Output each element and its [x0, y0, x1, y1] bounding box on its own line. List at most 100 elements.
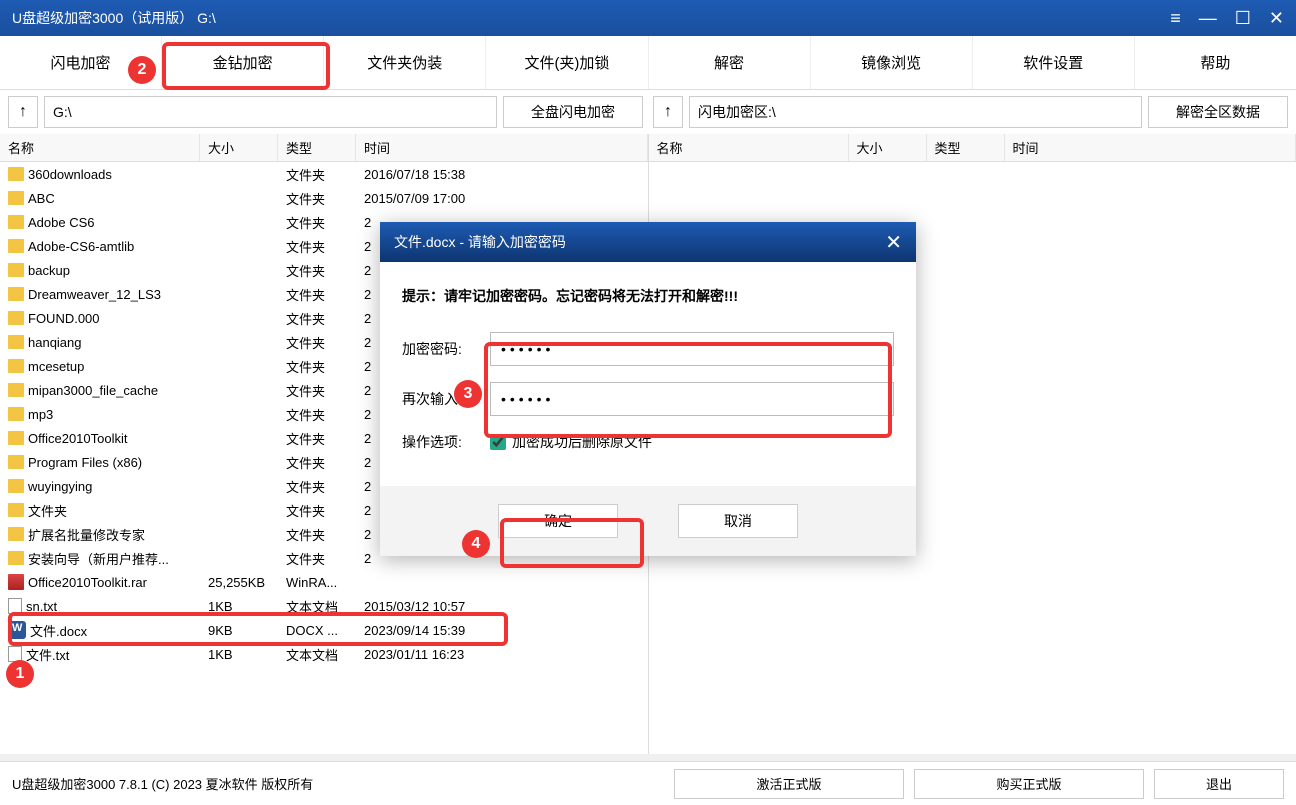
close-icon[interactable]: ✕: [1269, 8, 1284, 29]
folder-icon: [8, 527, 24, 541]
file-type: 文件夹: [278, 165, 356, 184]
file-name: 文件夹: [28, 501, 67, 520]
file-name: Office2010Toolkit.rar: [28, 575, 147, 590]
file-row[interactable]: 文件.txt1KB文本文档2023/01/11 16:23: [0, 642, 648, 666]
main-toolbar: 闪电加密 金钻加密 文件夹伪装 文件(夹)加锁 解密 镜像浏览 软件设置 帮助: [0, 36, 1296, 90]
ok-button[interactable]: 确定: [498, 504, 618, 538]
file-row[interactable]: ABC 文件夹2015/07/09 17:00: [0, 186, 648, 210]
path-input-right[interactable]: 闪电加密区:\: [689, 96, 1142, 128]
file-name: ABC: [28, 191, 55, 206]
toolbar-flash-encrypt[interactable]: 闪电加密: [0, 36, 162, 89]
window-controls: ≡ — ☐ ✕: [1170, 8, 1284, 29]
copyright-text: U盘超级加密3000 7.8.1 (C) 2023 夏冰软件 版权所有: [12, 774, 664, 793]
folder-icon: [8, 431, 24, 445]
txt-icon: [8, 598, 22, 614]
encrypt-all-button[interactable]: 全盘闪电加密: [503, 96, 643, 128]
col-type-r[interactable]: 类型: [927, 134, 1005, 161]
file-name: mcesetup: [28, 359, 84, 374]
file-type: 文件夹: [278, 189, 356, 208]
file-row[interactable]: 360downloads文件夹2016/07/18 15:38: [0, 162, 648, 186]
file-size: 9KB: [200, 623, 278, 638]
file-type: 文件夹: [278, 333, 356, 352]
maximize-icon[interactable]: ☐: [1235, 8, 1251, 29]
file-name: Adobe-CS6-amtlib: [28, 239, 134, 254]
password-label: 加密密码:: [402, 339, 490, 359]
window-title: U盘超级加密3000（试用版） G:\: [12, 8, 1170, 28]
file-size: 25,255KB: [200, 575, 278, 590]
up-button-left[interactable]: ↑: [8, 96, 38, 128]
col-size[interactable]: 大小: [200, 134, 278, 161]
file-type: 文本文档: [278, 645, 356, 664]
folder-icon: [8, 479, 24, 493]
dialog-close-icon[interactable]: ✕: [885, 230, 902, 255]
file-row[interactable]: Office2010Toolkit.rar25,255KBWinRA...: [0, 570, 648, 594]
file-time: 2023/01/11 16:23: [356, 647, 648, 662]
exit-button[interactable]: 退出: [1154, 769, 1284, 799]
file-type: 文本文档: [278, 597, 356, 616]
minimize-icon[interactable]: —: [1199, 8, 1217, 29]
folder-icon: [8, 335, 24, 349]
file-time: 2015/07/09 17:00: [356, 191, 648, 206]
file-type: 文件夹: [278, 285, 356, 304]
col-time-r[interactable]: 时间: [1005, 134, 1296, 161]
file-name: 安装向导（新用户推荐...: [28, 549, 169, 568]
folder-icon: [8, 167, 24, 181]
bottom-bar: U盘超级加密3000 7.8.1 (C) 2023 夏冰软件 版权所有 激活正式…: [0, 761, 1296, 805]
col-name-r[interactable]: 名称: [649, 134, 849, 161]
file-row[interactable]: 文件.docx9KBDOCX ...2023/09/14 15:39: [0, 618, 648, 642]
file-name: hanqiang: [28, 335, 82, 350]
file-type: 文件夹: [278, 429, 356, 448]
decrypt-all-button[interactable]: 解密全区数据: [1148, 96, 1288, 128]
folder-icon: [8, 215, 24, 229]
password-input[interactable]: [490, 332, 894, 366]
file-time: 2016/07/18 15:38: [356, 167, 648, 182]
folder-icon: [8, 359, 24, 373]
folder-icon: [8, 263, 24, 277]
col-time[interactable]: 时间: [356, 134, 648, 161]
options-label: 操作选项:: [402, 432, 490, 452]
file-type: 文件夹: [278, 357, 356, 376]
file-name: backup: [28, 263, 70, 278]
delete-original-checkbox[interactable]: [490, 434, 506, 450]
file-name: 文件.txt: [26, 645, 69, 664]
folder-icon: [8, 287, 24, 301]
folder-icon: [8, 407, 24, 421]
toolbar-mirror[interactable]: 镜像浏览: [811, 36, 973, 89]
folder-icon: [8, 455, 24, 469]
toolbar-lock[interactable]: 文件(夹)加锁: [486, 36, 648, 89]
col-type[interactable]: 类型: [278, 134, 356, 161]
col-name[interactable]: 名称: [0, 134, 200, 161]
path-input-left[interactable]: G:\: [44, 96, 497, 128]
menu-icon[interactable]: ≡: [1170, 8, 1181, 29]
file-row[interactable]: sn.txt1KB文本文档2015/03/12 10:57: [0, 594, 648, 618]
toolbar-help[interactable]: 帮助: [1135, 36, 1296, 89]
file-type: 文件夹: [278, 477, 356, 496]
file-name: Program Files (x86): [28, 455, 142, 470]
up-button-right[interactable]: ↑: [653, 96, 683, 128]
file-type: 文件夹: [278, 405, 356, 424]
file-name: sn.txt: [26, 599, 57, 614]
toolbar-folder-disguise[interactable]: 文件夹伪装: [324, 36, 486, 89]
file-type: 文件夹: [278, 309, 356, 328]
left-headers: 名称 大小 类型 时间: [0, 134, 648, 162]
file-name: 扩展名批量修改专家: [28, 525, 145, 544]
purchase-button[interactable]: 购买正式版: [914, 769, 1144, 799]
file-type: 文件夹: [278, 525, 356, 544]
file-name: Office2010Toolkit: [28, 431, 128, 446]
file-time: 2023/09/14 15:39: [356, 623, 648, 638]
col-size-r[interactable]: 大小: [849, 134, 927, 161]
toolbar-settings[interactable]: 软件设置: [973, 36, 1135, 89]
file-type: 文件夹: [278, 213, 356, 232]
password-confirm-input[interactable]: [490, 382, 894, 416]
titlebar: U盘超级加密3000（试用版） G:\ ≡ — ☐ ✕: [0, 0, 1296, 36]
password-dialog: 文件.docx - 请输入加密密码 ✕ 提示：请牢记加密密码。忘记密码将无法打开…: [380, 222, 916, 556]
folder-icon: [8, 239, 24, 253]
folder-icon: [8, 191, 24, 205]
activate-button[interactable]: 激活正式版: [674, 769, 904, 799]
folder-icon: [8, 551, 24, 565]
path-row: ↑ G:\ 全盘闪电加密 ↑ 闪电加密区:\ 解密全区数据: [0, 90, 1296, 134]
toolbar-gold-encrypt[interactable]: 金钻加密: [162, 36, 324, 89]
cancel-button[interactable]: 取消: [678, 504, 798, 538]
toolbar-decrypt[interactable]: 解密: [649, 36, 811, 89]
file-name: 文件.docx: [30, 621, 87, 640]
